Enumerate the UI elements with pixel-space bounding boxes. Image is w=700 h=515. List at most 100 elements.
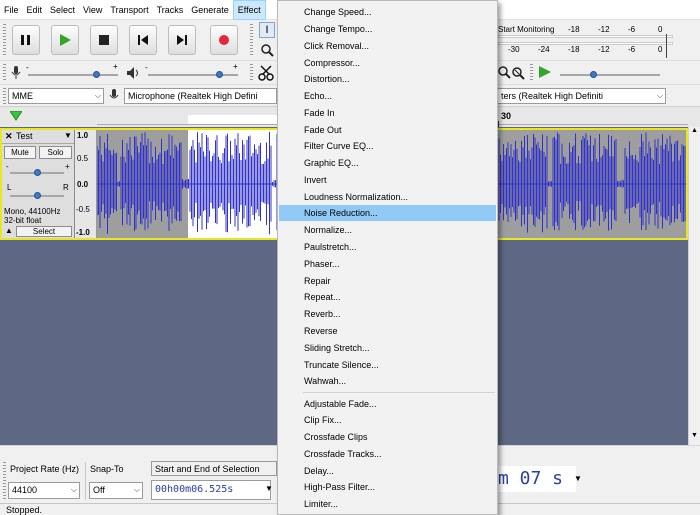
menu-item-crossfade-clips[interactable]: Crossfade Clips	[279, 429, 496, 445]
snap-to-label: Snap-To	[90, 464, 124, 474]
pause-button[interactable]	[12, 25, 40, 55]
menu-item-echo[interactable]: Echo...	[279, 88, 496, 104]
track-name[interactable]: Test	[16, 131, 33, 141]
skip-to-start-button[interactable]	[129, 25, 157, 55]
menu-item-crossfade-tracks[interactable]: Crossfade Tracks...	[279, 446, 496, 462]
toolbar-grip[interactable]	[250, 24, 253, 56]
menu-transport[interactable]: Transport	[106, 0, 152, 20]
menu-item-repeat[interactable]: Repeat...	[279, 289, 496, 305]
menu-item-reverb[interactable]: Reverb...	[279, 306, 496, 322]
chevron-down-icon[interactable]: ▼	[574, 474, 582, 483]
menu-item-click-removal[interactable]: Click Removal...	[279, 38, 496, 54]
zoom-toggle-icon[interactable]	[510, 65, 526, 81]
menu-item-fade-out[interactable]: Fade Out	[279, 122, 496, 138]
menu-item-phaser[interactable]: Phaser...	[279, 256, 496, 272]
project-rate-select[interactable]: 44100 ⌵	[8, 482, 80, 499]
menu-item-paulstretch[interactable]: Paulstretch...	[279, 239, 496, 255]
toolbar-grip[interactable]	[250, 64, 253, 82]
mixer-toolbar: - + - +	[0, 60, 277, 84]
gain-thumb[interactable]	[34, 169, 41, 176]
menu-edit[interactable]: Edit	[23, 0, 47, 20]
menu-item-normalize[interactable]: Normalize...	[279, 222, 496, 238]
selection-mode-select[interactable]: Start and End of Selection	[151, 461, 277, 476]
stop-button[interactable]	[90, 25, 118, 55]
play-button[interactable]	[51, 25, 79, 55]
menu-item-wahwah[interactable]: Wahwah...	[279, 373, 496, 389]
menu-item-noise-reduction[interactable]: Noise Reduction...	[279, 205, 496, 221]
meter-tick: -6	[628, 25, 636, 34]
collapse-icon[interactable]: ▲	[5, 226, 13, 235]
cut-icon[interactable]	[257, 64, 275, 82]
ruler-tick-label: -1.0	[76, 228, 90, 237]
toolbar-grip[interactable]	[3, 88, 6, 104]
menu-item-loudness-normalization[interactable]: Loudness Normalization...	[279, 189, 496, 205]
menu-item-adjustable-fade[interactable]: Adjustable Fade...	[279, 396, 496, 412]
pan-thumb[interactable]	[34, 192, 41, 199]
audio-host-select[interactable]: MME ⌵	[8, 88, 104, 104]
menu-select[interactable]: Select	[46, 0, 79, 20]
play-head-icon[interactable]	[10, 111, 22, 121]
scroll-up-icon[interactable]: ▲	[691, 127, 698, 134]
solo-button[interactable]: Solo	[39, 146, 72, 159]
playback-volume-thumb[interactable]	[216, 71, 223, 78]
menu-item-reverse[interactable]: Reverse	[279, 323, 496, 339]
menu-item-limiter[interactable]: Limiter...	[279, 496, 496, 512]
menu-item-delay[interactable]: Delay...	[279, 463, 496, 479]
zoom-tool-icon[interactable]	[259, 42, 275, 58]
menu-item-compressor[interactable]: Compressor...	[279, 55, 496, 71]
close-icon[interactable]: ✕	[5, 131, 13, 142]
select-tool-icon[interactable]: I	[259, 22, 275, 38]
selection-start-time[interactable]: 00h00m06.525s	[151, 480, 271, 500]
record-button[interactable]	[210, 25, 238, 55]
skip-to-end-button[interactable]	[168, 25, 196, 55]
vertical-scrollbar[interactable]: ▲ ▼	[688, 127, 700, 445]
menu-file[interactable]: File	[0, 0, 23, 20]
scroll-down-icon[interactable]: ▼	[691, 432, 698, 439]
toolbar-grip[interactable]	[3, 462, 6, 500]
menu-generate[interactable]: Generate	[187, 0, 233, 20]
chevron-down-icon[interactable]: ▼	[265, 484, 273, 493]
snap-to-select[interactable]: Off ⌵	[89, 482, 143, 499]
toolbar-grip[interactable]	[3, 64, 6, 82]
menu-item-repair[interactable]: Repair	[279, 273, 496, 289]
menu-item-change-speed[interactable]: Change Speed...	[279, 4, 496, 20]
selection-start-value: 00h00m06.525s	[155, 484, 234, 495]
menu-item-change-tempo[interactable]: Change Tempo...	[279, 21, 496, 37]
playback-volume-slider[interactable]	[148, 74, 238, 76]
chevron-down-icon[interactable]: ▼	[64, 131, 72, 140]
track-select-button[interactable]: Select	[16, 226, 72, 237]
menu-item-high-pass-filter[interactable]: High-Pass Filter...	[279, 479, 496, 495]
record-meter[interactable]	[498, 35, 673, 38]
record-volume-thumb[interactable]	[93, 71, 100, 78]
menu-item-truncate-silence[interactable]: Truncate Silence...	[279, 357, 496, 373]
play-speed-slider[interactable]	[560, 74, 660, 76]
play-speed-thumb[interactable]	[590, 71, 597, 78]
meter-tick: -18	[568, 45, 580, 54]
menu-effect[interactable]: Effect	[232, 0, 266, 20]
playback-device-select[interactable]: ters (Realtek High Definiti ⌵	[498, 88, 666, 104]
mute-button[interactable]: Mute	[4, 146, 36, 159]
ruler-tick-label: -0.5	[76, 205, 90, 214]
toolbar-grip[interactable]	[3, 24, 6, 56]
menu-item-clip-fix[interactable]: Clip Fix...	[279, 412, 496, 428]
menu-item-graphic-eq[interactable]: Graphic EQ...	[279, 155, 496, 171]
menu-item-invert[interactable]: Invert	[279, 172, 496, 188]
menu-item-sliding-stretch[interactable]: Sliding Stretch...	[279, 340, 496, 356]
meter-tick: 0	[658, 25, 663, 34]
menu-separator	[303, 392, 495, 393]
record-volume-slider[interactable]	[28, 74, 118, 76]
meter-toolbar: Start Monitoring -18 -12 -6 0 -30 -24 -1…	[498, 20, 700, 60]
menu-view[interactable]: View	[79, 0, 106, 20]
recording-device-select[interactable]: Microphone (Realtek High Defini	[124, 88, 277, 104]
menu-item-fade-in[interactable]: Fade In	[279, 105, 496, 121]
playback-meter[interactable]	[498, 42, 673, 45]
play-at-speed-icon[interactable]	[538, 65, 552, 79]
menu-item-distortion[interactable]: Distortion...	[279, 71, 496, 87]
menu-tracks[interactable]: Tracks	[153, 0, 188, 20]
menu-item-filter-curve-eq[interactable]: Filter Curve EQ...	[279, 138, 496, 154]
pan-right-label: R	[63, 183, 69, 192]
start-monitoring-label[interactable]: Start Monitoring	[498, 25, 554, 34]
toolbar-grip[interactable]	[530, 64, 533, 82]
meter-tick: -30	[508, 45, 520, 54]
audio-position-display[interactable]: m 07 s	[498, 466, 576, 492]
